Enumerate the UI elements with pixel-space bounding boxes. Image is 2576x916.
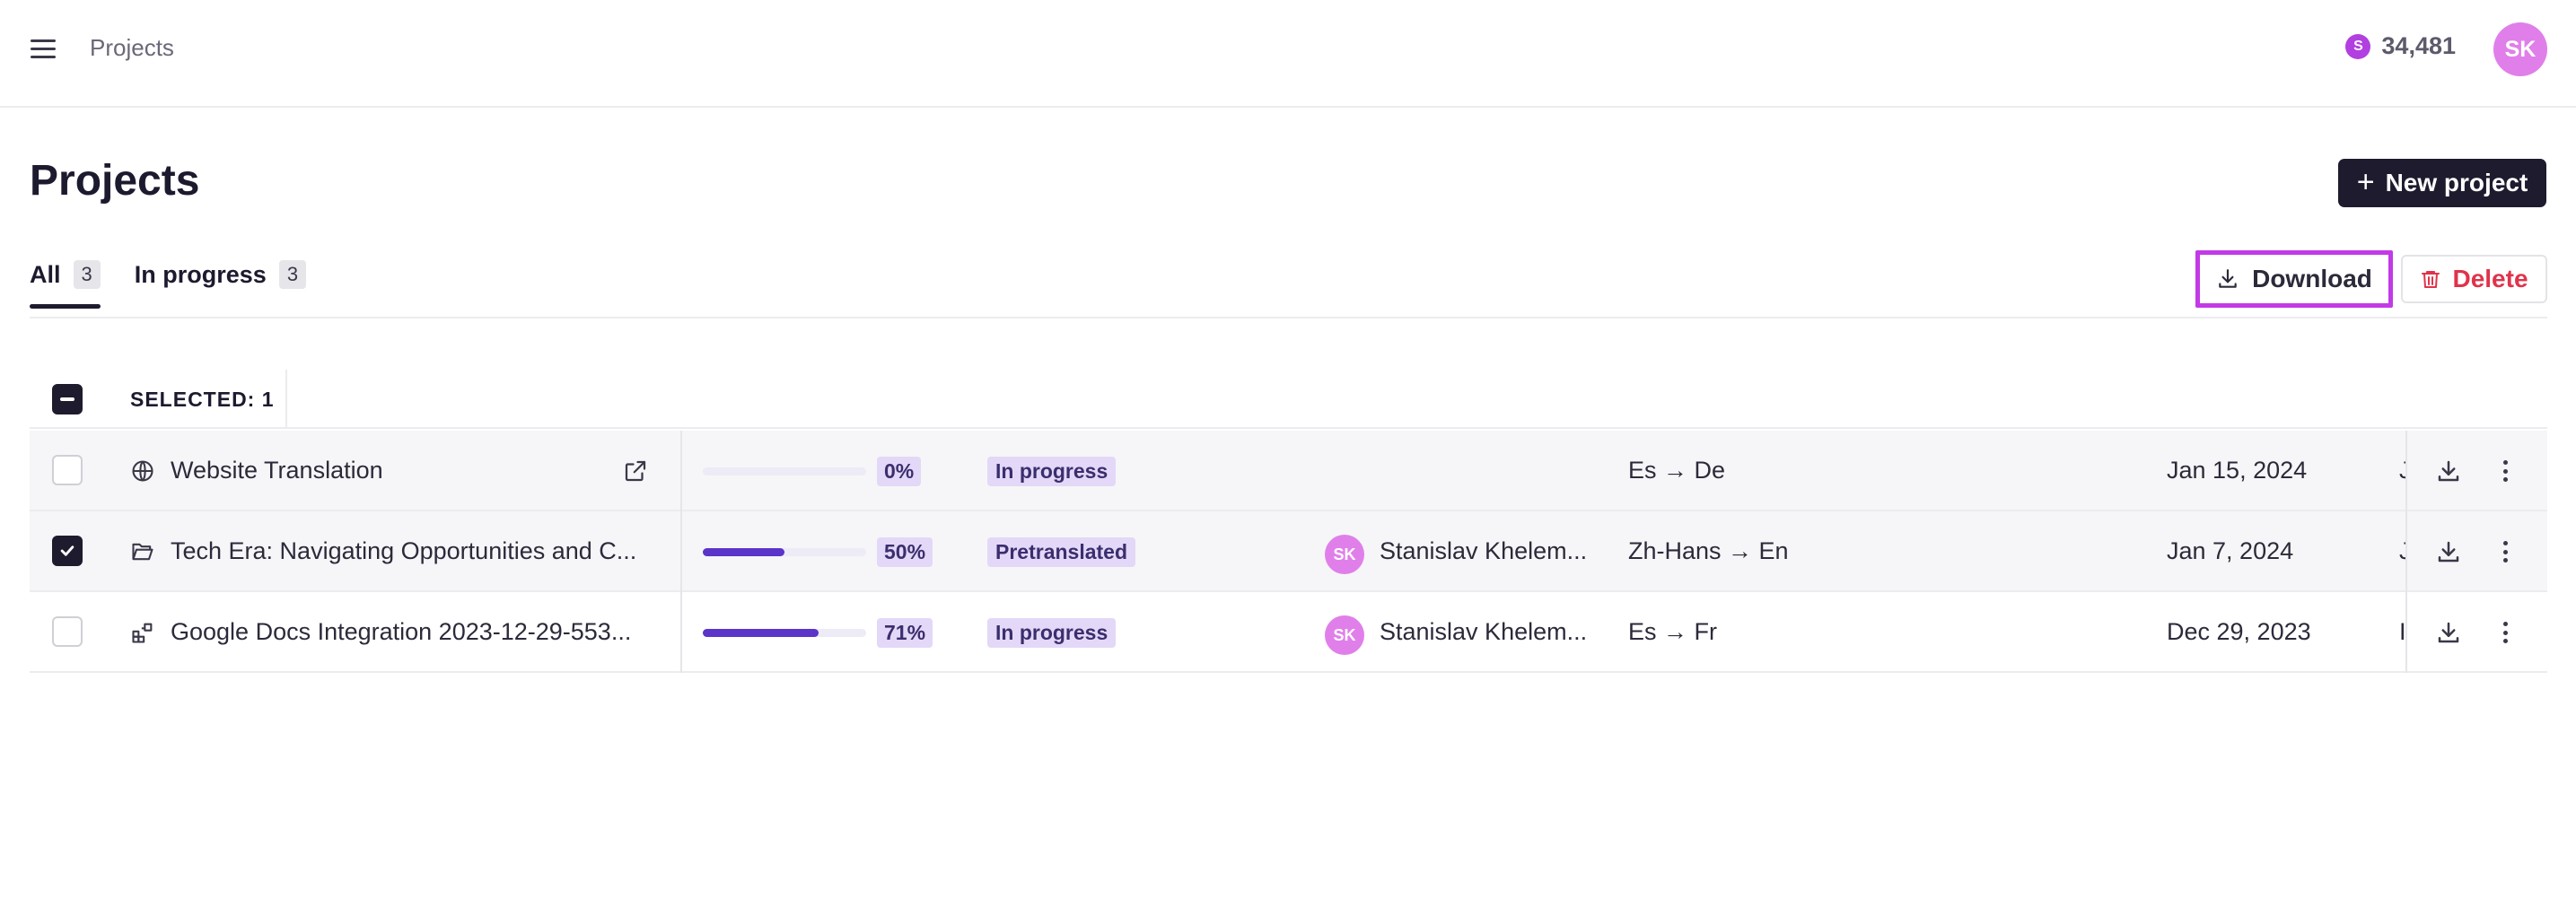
row-checkbox[interactable] bbox=[52, 455, 83, 485]
assignee-avatar: SK bbox=[1325, 535, 1364, 574]
row-download-icon[interactable] bbox=[2435, 538, 2462, 565]
new-project-button[interactable]: + New project bbox=[2338, 159, 2546, 207]
trash-icon bbox=[2422, 271, 2440, 288]
external-link-icon[interactable] bbox=[622, 458, 649, 484]
tab-all[interactable]: All 3 bbox=[30, 260, 101, 309]
tab-count: 3 bbox=[73, 260, 101, 289]
page-title: Projects bbox=[30, 157, 200, 205]
top-bar: Projects S 34,481 SK bbox=[0, 0, 2576, 108]
more-options-icon[interactable] bbox=[2500, 538, 2510, 565]
row-download-icon[interactable] bbox=[2435, 458, 2462, 484]
delete-label: Delete bbox=[2452, 265, 2528, 292]
assignee-name: Stanislav Khelem... bbox=[1380, 618, 1588, 645]
selected-count: SELECTED: 1 bbox=[130, 388, 275, 411]
user-avatar[interactable]: SK bbox=[2493, 22, 2547, 76]
tab-bar: All 3 In progress 3 bbox=[30, 260, 307, 309]
row-checkbox[interactable] bbox=[52, 536, 83, 566]
table-row[interactable]: Google Docs Integration 2023-12-29-553..… bbox=[30, 592, 2547, 673]
progress-fill bbox=[703, 548, 784, 556]
assignee-name: Stanislav Khelem... bbox=[1380, 537, 1588, 564]
tab-count: 3 bbox=[278, 260, 307, 289]
hamburger-menu-icon[interactable] bbox=[31, 39, 56, 59]
row-download-icon[interactable] bbox=[2435, 619, 2462, 646]
select-all-checkbox[interactable] bbox=[52, 384, 83, 414]
more-options-icon[interactable] bbox=[2500, 458, 2510, 484]
status-badge: In progress bbox=[987, 618, 1117, 648]
download-label: Download bbox=[2252, 265, 2372, 292]
new-project-label: New project bbox=[2385, 169, 2528, 196]
download-button[interactable]: Download bbox=[2195, 250, 2393, 308]
header-divider bbox=[285, 370, 287, 427]
minus-icon bbox=[60, 397, 74, 401]
project-date: Jan 15, 2024 bbox=[2167, 457, 2308, 484]
progress-fill bbox=[703, 629, 819, 637]
progress-percent: 0% bbox=[877, 457, 922, 486]
status-badge: Pretranslated bbox=[987, 537, 1136, 567]
plus-icon: + bbox=[2356, 164, 2375, 199]
project-date: Jan 7, 2024 bbox=[2167, 537, 2294, 564]
column-divider bbox=[680, 511, 682, 592]
status-badge: In progress bbox=[987, 457, 1117, 486]
column-divider bbox=[680, 592, 682, 673]
folder-open-icon bbox=[132, 543, 153, 561]
actions-divider bbox=[2405, 592, 2407, 673]
checkmark-icon bbox=[60, 545, 74, 556]
assignee-avatar: SK bbox=[1325, 615, 1364, 655]
tab-in-progress[interactable]: In progress 3 bbox=[134, 260, 307, 307]
tabs-divider bbox=[30, 317, 2547, 318]
table-row[interactable]: Website Translation 0% In progress Es → … bbox=[30, 431, 2547, 511]
download-icon bbox=[2219, 269, 2237, 288]
breadcrumb[interactable]: Projects bbox=[90, 34, 174, 62]
column-divider bbox=[680, 431, 682, 511]
table-row[interactable]: Tech Era: Navigating Opportunities and C… bbox=[30, 511, 2547, 592]
progress-bar bbox=[703, 629, 866, 637]
language-pair: Zh-Hans → En bbox=[1628, 537, 1789, 564]
language-pair: Es → Fr bbox=[1628, 618, 1717, 645]
actions-divider bbox=[2405, 431, 2407, 511]
progress-percent: 50% bbox=[877, 537, 933, 567]
table-header: SELECTED: 1 bbox=[30, 370, 2547, 429]
credit-coin-icon: S bbox=[2345, 33, 2371, 59]
tab-label: All bbox=[30, 260, 61, 288]
project-date: Dec 29, 2023 bbox=[2167, 618, 2311, 645]
credits-amount: 34,481 bbox=[2381, 32, 2456, 59]
progress-percent: 71% bbox=[877, 618, 933, 648]
integration-icon bbox=[132, 623, 153, 643]
progress-bar bbox=[703, 467, 866, 475]
tab-label: In progress bbox=[134, 260, 267, 288]
language-pair: Es → De bbox=[1628, 457, 1726, 484]
delete-button[interactable]: Delete bbox=[2401, 255, 2547, 303]
project-name[interactable]: Website Translation bbox=[171, 457, 383, 484]
project-name[interactable]: Tech Era: Navigating Opportunities and C… bbox=[171, 537, 636, 565]
project-name[interactable]: Google Docs Integration 2023-12-29-553..… bbox=[171, 618, 631, 646]
globe-icon bbox=[132, 460, 153, 482]
progress-bar bbox=[703, 548, 866, 556]
row-checkbox[interactable] bbox=[52, 616, 83, 647]
credits-balance[interactable]: S 34,481 bbox=[2345, 32, 2456, 60]
more-options-icon[interactable] bbox=[2500, 619, 2510, 646]
actions-divider bbox=[2405, 511, 2407, 592]
